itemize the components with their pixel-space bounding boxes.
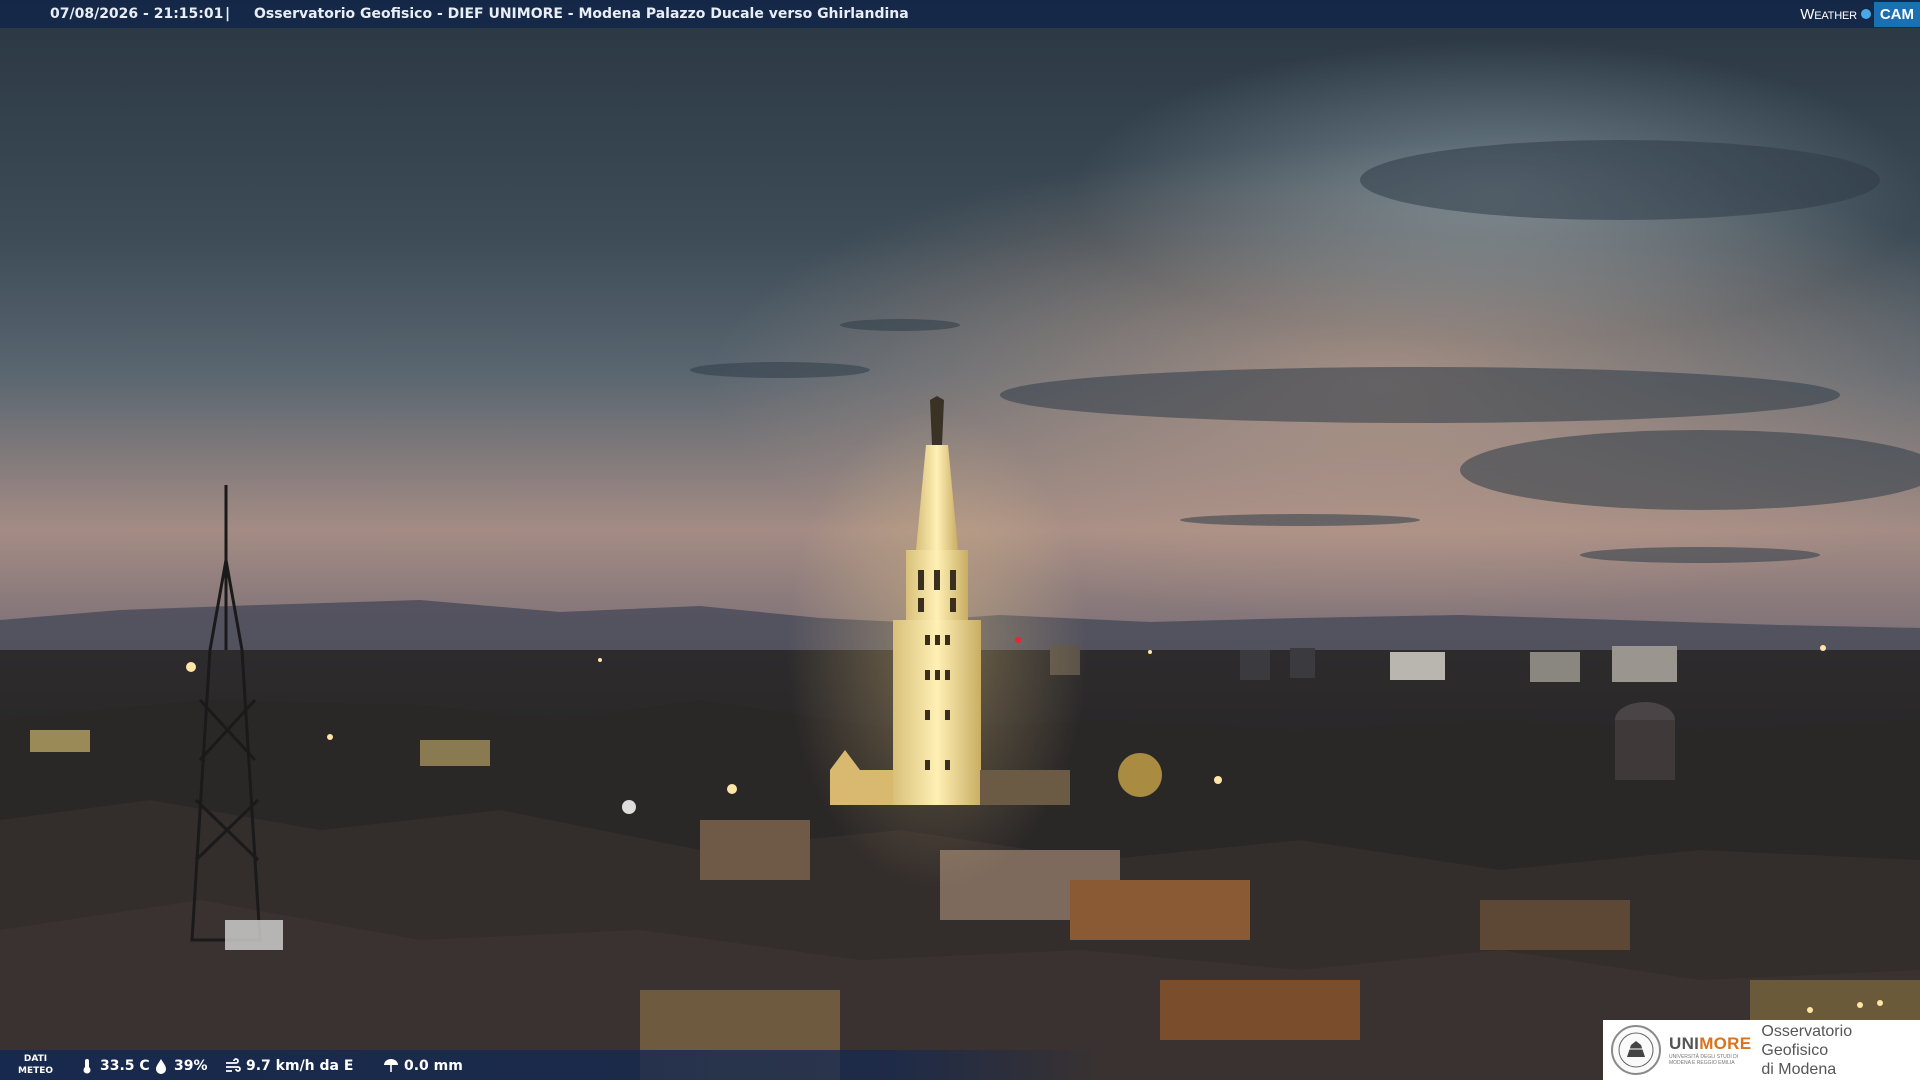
weather-label: Weather xyxy=(1800,5,1857,23)
weathercam-logo: Weather CAM xyxy=(1794,0,1920,28)
temperature-value: 33.5 C xyxy=(100,1058,150,1074)
humidity-value: 39% xyxy=(174,1058,208,1074)
rain-value: 0.0 mm xyxy=(404,1058,463,1074)
thermometer-icon xyxy=(83,1059,91,1074)
datetime: 07/08/2026 - 21:15:01 xyxy=(50,6,224,22)
wind-icon xyxy=(226,1058,241,1072)
weather-data-label: DATI METEO xyxy=(18,1054,54,1076)
wind-value: 9.7 km/h da E xyxy=(246,1058,354,1074)
unimore-wordmark: UNIMORE UNIVERSITÀ DEGLI STUDI DI MODENA… xyxy=(1669,1034,1752,1066)
wind-metric: 9.7 km/h da E xyxy=(224,1057,353,1075)
temperature-metric: 33.5 C xyxy=(78,1057,150,1075)
rain-gauge-icon xyxy=(384,1059,398,1072)
header-bar: 07/08/2026 - 21:15:01 | Osservatorio Geo… xyxy=(0,0,1920,28)
humidity-metric: 39% xyxy=(152,1057,208,1075)
observatory-name: Osservatorio Geofisico di Modena xyxy=(1761,1022,1853,1078)
camera-title: Osservatorio Geofisico - DIEF UNIMORE - … xyxy=(254,6,909,22)
unimore-logo: UNIMORE UNIVERSITÀ DEGLI STUDI DI MODENA… xyxy=(1603,1020,1920,1080)
webcam-photo xyxy=(0,0,1920,1080)
rain-metric: 0.0 mm xyxy=(382,1057,463,1075)
cam-label: CAM xyxy=(1873,1,1920,27)
weather-bar: DATI METEO 33.5 C 39% 9.7 km/h da E 0.0 … xyxy=(0,1050,1110,1080)
university-seal-icon xyxy=(1611,1025,1661,1075)
weathercam-dot-icon xyxy=(1860,9,1871,19)
separator: | xyxy=(225,6,231,22)
droplet-icon xyxy=(156,1059,166,1074)
